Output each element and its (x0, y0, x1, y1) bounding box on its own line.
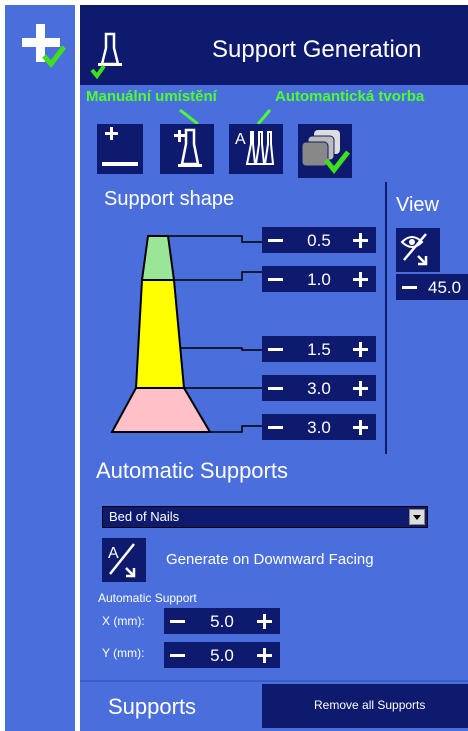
body-diameter-stepper[interactable]: 1.5 (262, 336, 376, 362)
auto-generate-icon: A (108, 543, 136, 578)
page-title: Support Generation (212, 36, 422, 63)
supports-title: Supports (108, 694, 197, 719)
support-type-dropdown[interactable]: Bed of Nails (102, 506, 428, 528)
support-shape-title: Support shape (104, 188, 235, 210)
eye-view-button[interactable] (396, 228, 440, 272)
minus-icon[interactable] (268, 278, 283, 281)
minus-icon[interactable] (402, 286, 417, 289)
minus-icon[interactable] (268, 426, 283, 429)
automatic-creation-label: Automantická tvorba (275, 88, 425, 105)
minus-icon[interactable] (268, 387, 283, 390)
support-tool-icon (90, 30, 130, 80)
view-angle-field[interactable]: 45.0 (396, 274, 468, 300)
svg-text:A: A (235, 131, 246, 148)
svg-text:A: A (108, 545, 119, 562)
x-spacing-stepper[interactable]: 5.0 (164, 608, 280, 634)
section-divider (385, 182, 387, 454)
section-divider-bottom (80, 680, 468, 682)
add-support-icon[interactable] (20, 22, 66, 68)
eye-view-icon (400, 233, 428, 266)
tip-length-stepper[interactable]: 1.0 (262, 266, 376, 292)
y-spacing-stepper[interactable]: 5.0 (164, 642, 280, 668)
stepper-value[interactable]: 1.5 (292, 340, 346, 360)
remove-all-supports-label: Remove all Supports (314, 698, 426, 712)
auto-support-button[interactable]: A (229, 124, 283, 174)
minus-icon[interactable] (268, 348, 283, 351)
minus-icon[interactable] (170, 620, 185, 623)
generate-downward-label: Generate on Downward Facing (166, 551, 374, 568)
chevron-down-icon[interactable] (409, 509, 425, 525)
add-support-button[interactable] (97, 124, 143, 174)
stepper-value[interactable]: 0.5 (292, 231, 346, 251)
stepper-value[interactable]: 5.0 (194, 612, 250, 632)
stepper-value[interactable]: 5.0 (194, 646, 250, 666)
x-mm-label: X (mm): (102, 614, 145, 628)
auto-generate-button[interactable]: A (102, 538, 146, 582)
tip-diameter-stepper[interactable]: 0.5 (262, 227, 376, 253)
manual-placement-label: Manuální umístění (86, 88, 217, 105)
stepper-value[interactable]: 3.0 (292, 418, 346, 438)
dropdown-value: Bed of Nails (109, 509, 180, 524)
stepper-value[interactable]: 3.0 (292, 379, 346, 399)
support-shape-diagram (110, 235, 262, 433)
manual-support-button[interactable] (160, 124, 214, 174)
left-rail (5, 5, 75, 731)
base-diameter-stepper[interactable]: 3.0 (262, 414, 376, 440)
remove-all-supports-button[interactable]: Remove all Supports (262, 684, 468, 728)
view-angle-value[interactable]: 45.0 (428, 278, 461, 298)
automatic-supports-title: Automatic Supports (96, 458, 288, 483)
automatic-support-label: Automatic Support (98, 591, 197, 605)
stepper-value[interactable]: 1.0 (292, 270, 346, 290)
y-mm-label: Y (mm): (102, 646, 145, 660)
base-height-stepper[interactable]: 3.0 (262, 375, 376, 401)
view-title: View (396, 194, 439, 216)
minus-icon[interactable] (170, 654, 185, 657)
minus-icon[interactable] (268, 239, 283, 242)
layers-check-button[interactable] (298, 124, 352, 178)
